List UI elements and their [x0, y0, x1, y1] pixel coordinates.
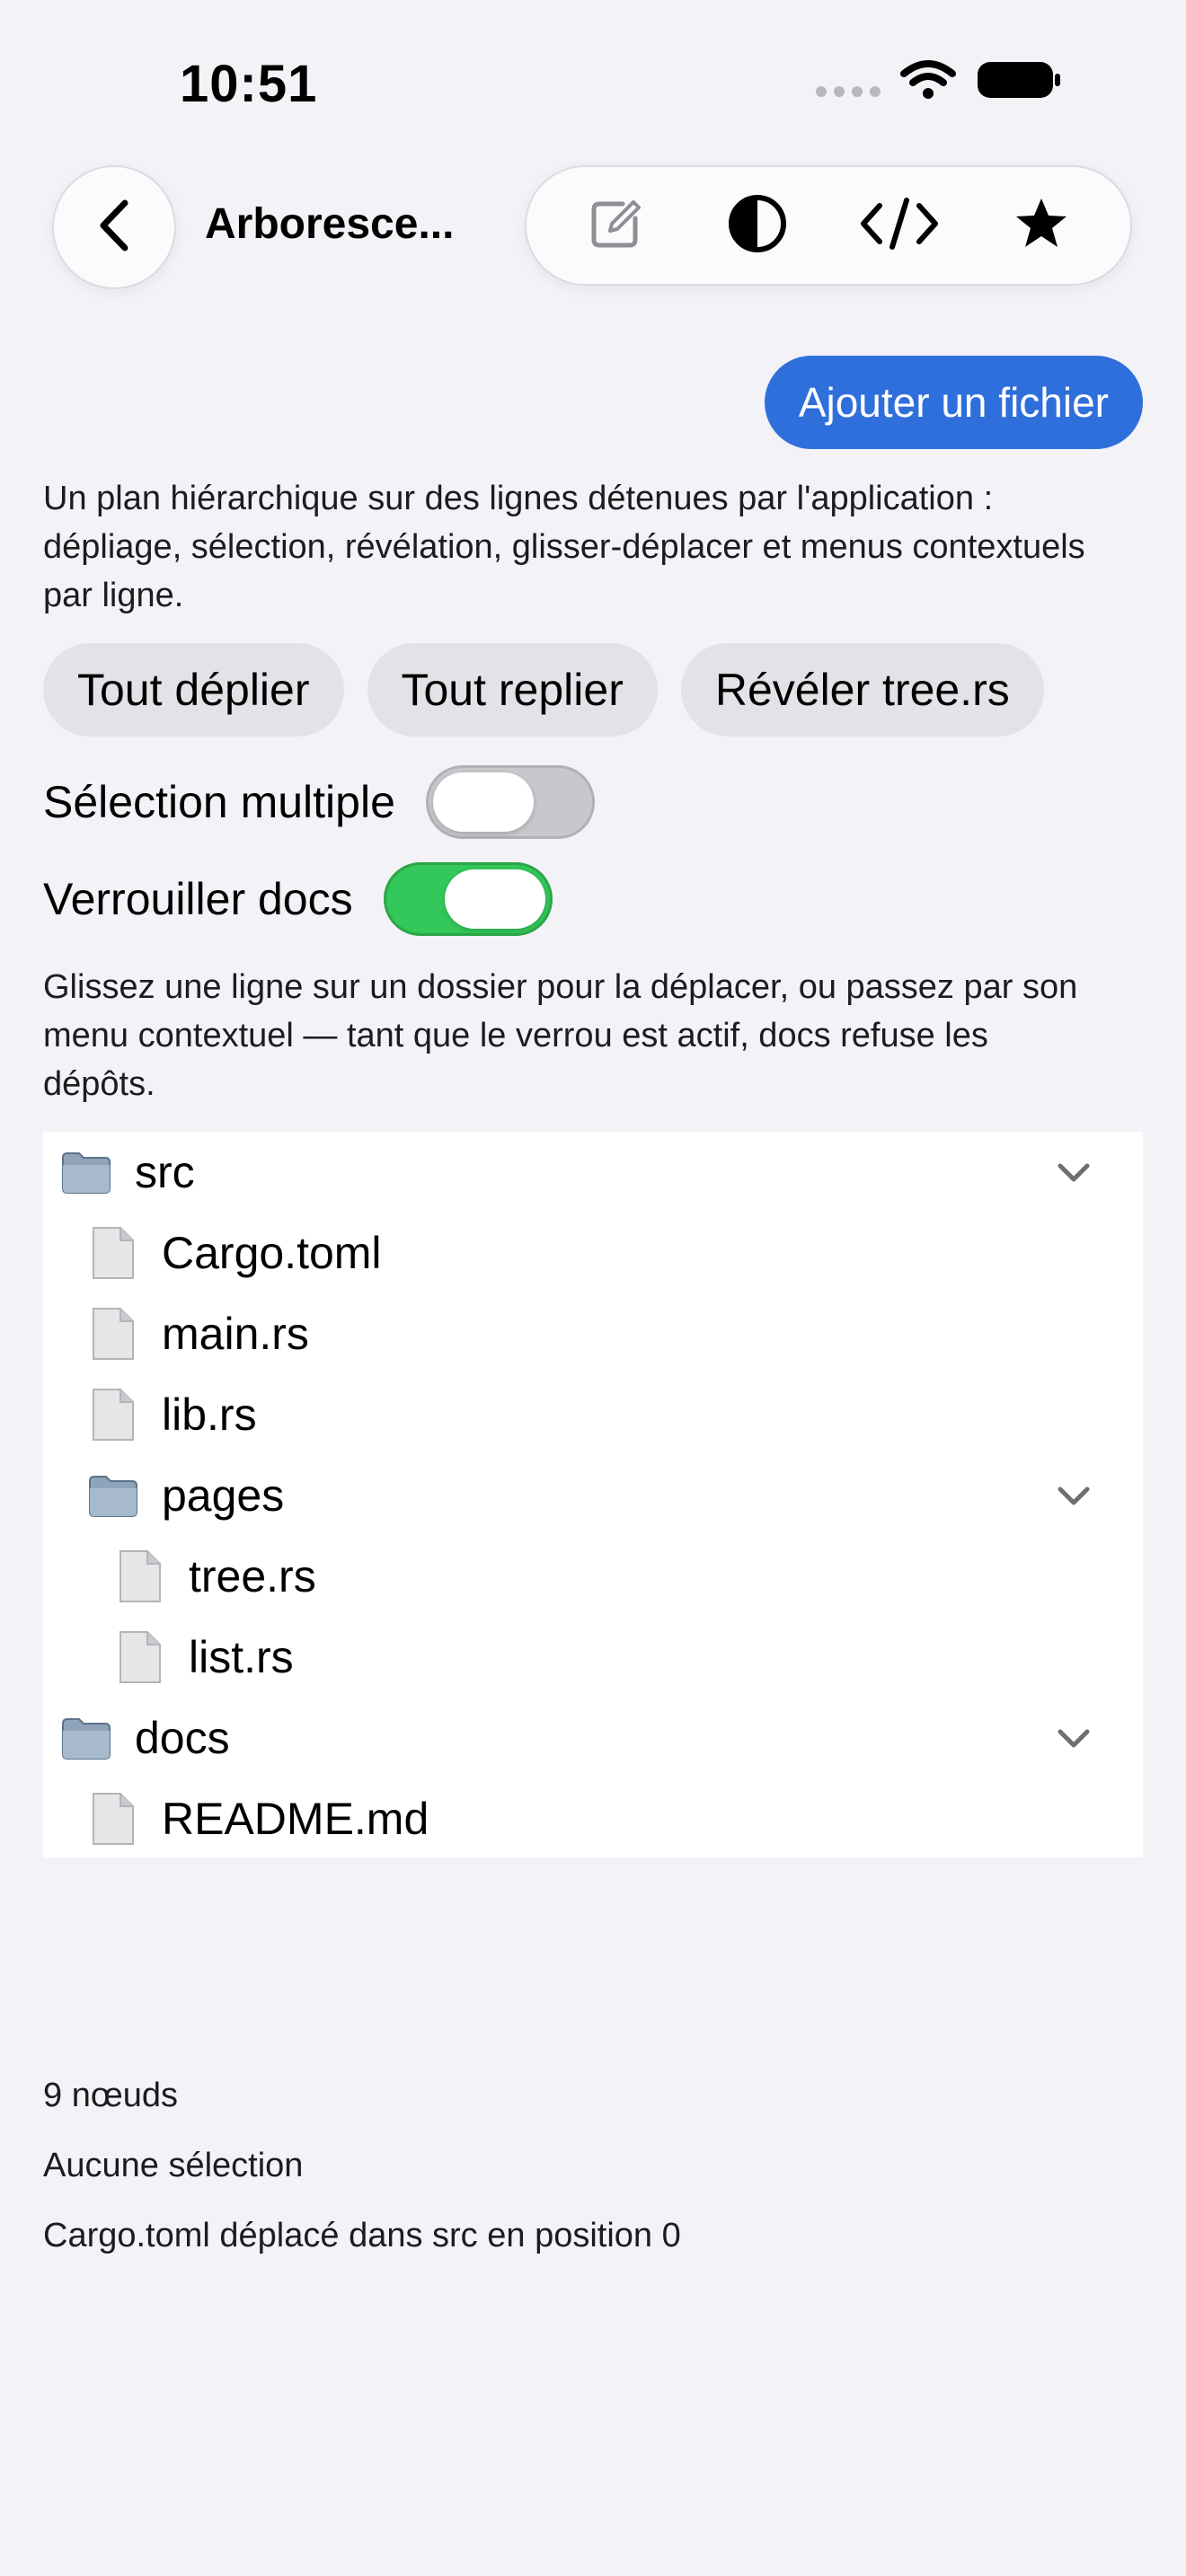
- tree-row-docs[interactable]: docs: [43, 1698, 1143, 1778]
- tree-row-label: tree.rs: [189, 1551, 316, 1601]
- tree-row-label: lib.rs: [162, 1389, 257, 1440]
- multi-select-toggle[interactable]: [425, 765, 595, 839]
- lock-docs-toggle[interactable]: [383, 862, 553, 936]
- status-time: 10:51: [180, 55, 318, 113]
- status-icons: [816, 59, 1062, 105]
- chevron-down-icon[interactable]: [1055, 1153, 1093, 1195]
- page-title: Arboresce...: [205, 200, 455, 248]
- tree-row-tree-rs[interactable]: tree.rs: [43, 1536, 1143, 1617]
- toolbar: [525, 165, 1132, 286]
- tree-row-label: list.rs: [189, 1632, 294, 1682]
- back-button[interactable]: [52, 165, 176, 289]
- multi-select-row: Sélection multiple: [43, 765, 595, 839]
- folder-icon: [59, 1145, 113, 1199]
- multi-select-label: Sélection multiple: [43, 777, 395, 827]
- contrast-button[interactable]: [721, 190, 793, 261]
- expand-all-button[interactable]: Tout déplier: [43, 643, 344, 737]
- folder-icon: [59, 1711, 113, 1765]
- add-file-button[interactable]: Ajouter un fichier: [764, 356, 1143, 449]
- tree-row-src[interactable]: src: [43, 1132, 1143, 1213]
- wifi-icon: [900, 59, 956, 105]
- file-icon: [86, 1388, 140, 1442]
- tree-row-cargo-toml[interactable]: Cargo.toml: [43, 1213, 1143, 1293]
- tree-row-main-rs[interactable]: main.rs: [43, 1293, 1143, 1374]
- contrast-icon: [727, 193, 788, 259]
- reveal-tree-rs-button[interactable]: Révéler tree.rs: [680, 643, 1044, 737]
- edit-icon: [587, 195, 644, 257]
- code-button[interactable]: [861, 190, 938, 261]
- favorite-button[interactable]: [1005, 190, 1077, 261]
- star-icon: [1013, 196, 1069, 256]
- edit-button[interactable]: [580, 190, 651, 261]
- hint-text: Glissez une ligne sur un dossier pour la…: [43, 968, 1078, 1103]
- lock-docs-row: Verrouiller docs: [43, 862, 553, 936]
- tree-row-lib-rs[interactable]: lib.rs: [43, 1374, 1143, 1455]
- file-tree: src Cargo.toml main.rs lib.rs pages tree…: [43, 1132, 1143, 1857]
- file-icon: [86, 1226, 140, 1280]
- file-icon: [86, 1307, 140, 1361]
- folder-icon: [86, 1469, 140, 1522]
- last-move-text: Cargo.toml déplacé dans src en position …: [43, 2217, 681, 2254]
- tree-row-pages[interactable]: pages: [43, 1455, 1143, 1536]
- lock-docs-label: Verrouiller docs: [43, 874, 353, 924]
- chevron-left-icon: [96, 198, 132, 258]
- selection-status-text: Aucune sélection: [43, 2147, 304, 2184]
- tree-row-label: pages: [162, 1470, 285, 1521]
- action-chips: Tout déplier Tout replier Révéler tree.r…: [43, 643, 1044, 737]
- chevron-down-icon[interactable]: [1055, 1719, 1093, 1761]
- cellular-signal-icon: [816, 85, 881, 97]
- tree-row-label: docs: [135, 1713, 230, 1763]
- tree-row-readme-md[interactable]: README.md: [43, 1778, 1143, 1859]
- collapse-all-button[interactable]: Tout replier: [367, 643, 658, 737]
- tree-row-label: README.md: [162, 1794, 429, 1844]
- file-icon: [113, 1630, 167, 1684]
- toggle-knob: [432, 772, 534, 832]
- file-icon: [113, 1549, 167, 1603]
- battery-icon: [976, 59, 1062, 105]
- tree-row-list-rs[interactable]: list.rs: [43, 1617, 1143, 1698]
- toggle-knob: [444, 869, 545, 929]
- tree-row-label: src: [135, 1147, 195, 1197]
- chevron-down-icon[interactable]: [1055, 1477, 1093, 1519]
- tree-row-label: Cargo.toml: [162, 1228, 382, 1278]
- code-icon: [858, 195, 941, 257]
- description-text: Un plan hiérarchique sur des lignes déte…: [43, 480, 1085, 614]
- file-icon: [86, 1792, 140, 1846]
- tree-row-label: main.rs: [162, 1309, 309, 1359]
- node-count-text: 9 nœuds: [43, 2077, 178, 2114]
